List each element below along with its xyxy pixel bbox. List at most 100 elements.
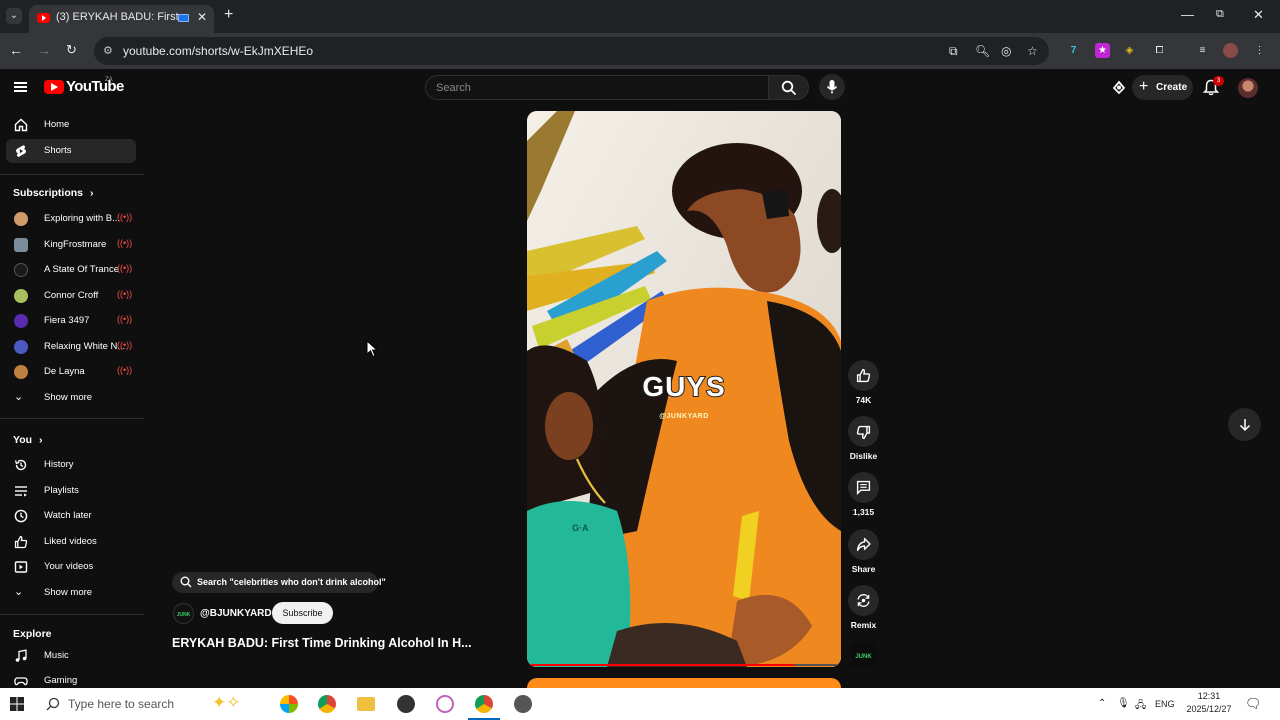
- channel-avatar: [14, 314, 28, 328]
- sidebar-item-subscription[interactable]: Connor Croff ((•)): [6, 284, 136, 308]
- video-progress-bar[interactable]: [531, 664, 837, 666]
- next-short-button[interactable]: [1228, 408, 1261, 441]
- sidebar-item-label: KingFrostmare: [44, 239, 107, 250]
- share-button-circle[interactable]: [848, 529, 879, 560]
- sidebar-item-gaming[interactable]: Gaming: [6, 669, 136, 688]
- sidebar-item-history[interactable]: History: [6, 453, 136, 477]
- show-more-subscriptions[interactable]: ⌄ Show more: [6, 386, 136, 410]
- you-heading[interactable]: You ›: [13, 434, 42, 446]
- subscriptions-heading[interactable]: Subscriptions ›: [13, 187, 93, 199]
- system-clock[interactable]: 12:31 2025/12/27: [1183, 690, 1235, 716]
- youtube-logo-icon[interactable]: [44, 80, 64, 94]
- short-title[interactable]: ERYKAH BADU: First Time Drinking Alcohol…: [172, 636, 472, 650]
- sidebar-item-subscription[interactable]: Relaxing White N... ((•)): [6, 335, 136, 359]
- remix-icon: [857, 594, 870, 607]
- reload-button[interactable]: ↻: [66, 42, 77, 58]
- sidebar-item-subscription[interactable]: De Layna ((•)): [6, 360, 136, 384]
- suggested-search-chip[interactable]: Search "celebrities who don't drink alco…: [172, 572, 386, 593]
- chrome-app-icon[interactable]: [318, 695, 336, 713]
- sidebar-item-subscription[interactable]: A State Of Trance ((•)): [6, 258, 136, 282]
- create-button[interactable]: + Create: [1132, 75, 1193, 100]
- forward-button[interactable]: →: [37, 42, 51, 58]
- snipping-tool-icon[interactable]: [436, 695, 454, 713]
- dislike-button-circle[interactable]: [848, 416, 879, 447]
- microphone-tray-icon[interactable]: 🎙︎: [1117, 698, 1130, 709]
- media-controls-icon[interactable]: ≡: [1195, 43, 1210, 58]
- remix-button-circle[interactable]: [848, 585, 879, 616]
- close-window-button[interactable]: ✕: [1253, 7, 1264, 23]
- sidebar-item-subscription[interactable]: KingFrostmare ((•)): [6, 233, 136, 257]
- input-language[interactable]: ENG: [1155, 699, 1175, 709]
- channel-logo-icon: JUNK: [851, 644, 876, 667]
- sidebar-item-subscription[interactable]: Fiera 3497 ((•)): [6, 309, 136, 333]
- like-button-circle[interactable]: [848, 360, 879, 391]
- sidebar-item-your-videos[interactable]: Your videos: [6, 555, 136, 579]
- sidebar-item-label: History: [44, 459, 74, 470]
- taskbar-search-icon[interactable]: [46, 697, 60, 711]
- extension-2-icon[interactable]: ★: [1095, 43, 1110, 58]
- extension-1-icon[interactable]: 7: [1066, 43, 1081, 58]
- next-short-preview[interactable]: [527, 678, 841, 688]
- maximize-button[interactable]: ⧉: [1216, 8, 1224, 21]
- sidebar-item-watch-later[interactable]: Watch later: [6, 504, 136, 528]
- back-button[interactable]: ←: [9, 42, 23, 58]
- shorts-remix-icon[interactable]: [1111, 79, 1127, 95]
- short-video-player[interactable]: G·A GUYS @JUNKYARD: [527, 111, 841, 667]
- voice-search-button[interactable]: [819, 74, 845, 100]
- copilot-app-icon[interactable]: [280, 695, 298, 713]
- windows-start-icon[interactable]: [10, 697, 24, 711]
- tab-close-icon[interactable]: ✕: [197, 10, 207, 24]
- extensions-puzzle-icon[interactable]: ⧠: [1152, 43, 1167, 58]
- browser-tab-active[interactable]: (3) ERYKAH BADU: First Tim ✕: [29, 5, 214, 33]
- suggested-search-text: Search "celebrities who don't drink alco…: [197, 577, 386, 587]
- show-more-you[interactable]: ⌄ Show more: [6, 581, 136, 605]
- chrome-active-app-icon[interactable]: [475, 695, 493, 713]
- sidebar-item-music[interactable]: Music: [6, 644, 136, 668]
- install-app-icon[interactable]: ⧉: [949, 44, 958, 59]
- search-box[interactable]: [425, 75, 769, 100]
- sidebar-item-shorts[interactable]: Shorts: [6, 139, 136, 163]
- youtube-wordmark[interactable]: YouTube: [66, 78, 124, 95]
- share-icon: [856, 537, 871, 552]
- subscribe-button[interactable]: Subscribe: [272, 602, 333, 624]
- tab-search-button[interactable]: ⌄: [6, 8, 22, 24]
- search-button[interactable]: [768, 75, 809, 100]
- guide-menu-icon[interactable]: [14, 82, 27, 92]
- bookmark-star-icon[interactable]: ☆: [1027, 44, 1038, 58]
- sidebar-item-home[interactable]: Home: [6, 113, 136, 137]
- url-text[interactable]: youtube.com/shorts/w-EkJmXEHEo: [123, 44, 313, 58]
- file-explorer-icon[interactable]: [357, 697, 375, 711]
- sidebar-item-liked-videos[interactable]: Liked videos: [6, 530, 136, 554]
- address-bar[interactable]: ⚙ youtube.com/shorts/w-EkJmXEHEo ⧉ 🔍︎ ◎ …: [94, 37, 1049, 65]
- search-highlight-icon[interactable]: ✦✧: [212, 693, 241, 713]
- notification-center-icon[interactable]: 🗨︎: [1245, 696, 1262, 712]
- home-icon: [14, 118, 28, 132]
- sidebar-item-playlists[interactable]: Playlists: [6, 479, 136, 503]
- playlists-icon: [15, 486, 27, 497]
- sidebar-divider: [0, 614, 144, 615]
- windows-taskbar: Type here to search ✦✧ ⌃ 🎙︎ 🖧︎ ENG 12:31…: [0, 688, 1280, 720]
- obs-app-icon[interactable]: [397, 695, 415, 713]
- network-icon[interactable]: 🖧︎: [1135, 698, 1146, 715]
- svg-text:JUNK: JUNK: [855, 654, 872, 660]
- app-icon[interactable]: [514, 695, 532, 713]
- channel-avatar[interactable]: JUNK: [173, 603, 194, 624]
- channel-name[interactable]: @BJUNKYARD: [200, 608, 272, 619]
- explore-heading: Explore: [13, 628, 52, 640]
- extension-3-icon[interactable]: ◈: [1122, 43, 1137, 58]
- channel-thumbnail[interactable]: JUNK: [851, 644, 876, 667]
- live-indicator-icon: ((•)): [117, 212, 133, 222]
- new-tab-button[interactable]: +: [224, 6, 233, 24]
- account-avatar[interactable]: [1238, 78, 1258, 98]
- comments-button-circle[interactable]: [848, 472, 879, 503]
- search-input[interactable]: [436, 80, 756, 96]
- sidebar-item-subscription[interactable]: Exploring with B... ((•)): [6, 207, 136, 231]
- site-settings-icon[interactable]: ⚙: [103, 44, 113, 57]
- minimize-button[interactable]: —: [1181, 7, 1194, 22]
- zoom-icon[interactable]: 🔍︎: [975, 44, 990, 58]
- hide-icon[interactable]: ◎: [1001, 44, 1011, 58]
- taskbar-search-input[interactable]: Type here to search: [68, 697, 174, 711]
- show-hidden-icons-icon[interactable]: ⌃: [1098, 698, 1106, 709]
- profile-avatar-icon[interactable]: [1223, 43, 1238, 58]
- browser-menu-icon[interactable]: ⋮: [1252, 43, 1267, 58]
